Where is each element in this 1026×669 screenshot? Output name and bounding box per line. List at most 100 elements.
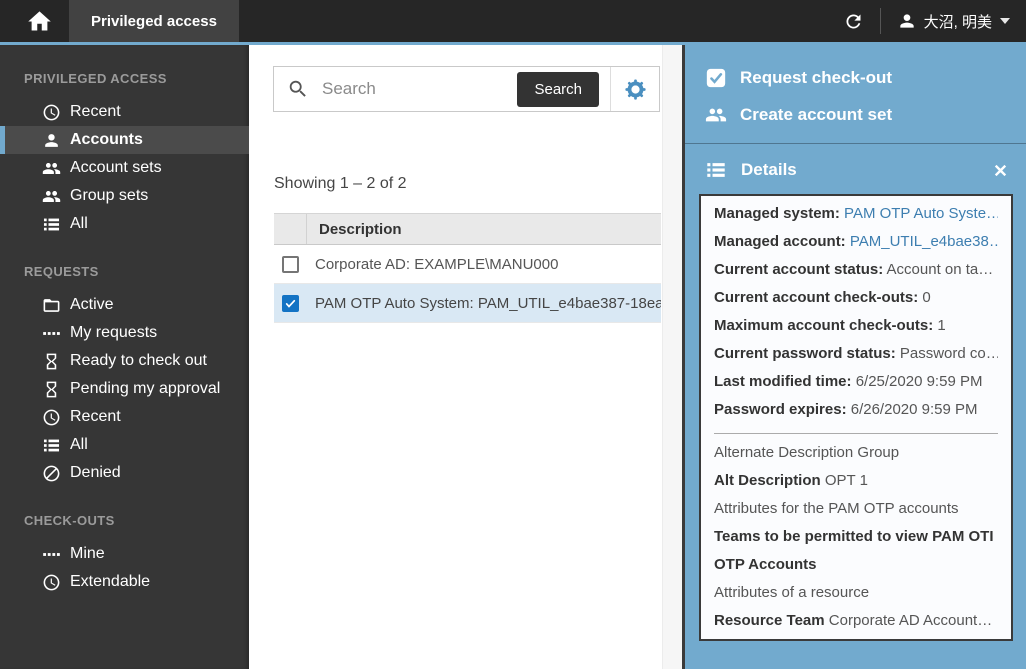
- sidebar-item-label: Accounts: [70, 131, 143, 149]
- sidebar-item-label: Group sets: [70, 187, 148, 205]
- detail-row: Alt Description OPT 1: [714, 467, 998, 495]
- detail-row: Alternate Description Group: [714, 439, 998, 467]
- hourglass-icon: [42, 352, 61, 371]
- detail-row: Maximum account check-outs: 1: [714, 312, 998, 340]
- section-title-check-outs: CHECK-OUTS: [24, 513, 249, 528]
- sidebar: PRIVILEGED ACCESS Recent Accounts Accoun…: [0, 45, 249, 669]
- sidebar-item-my-requests[interactable]: My requests: [0, 319, 249, 347]
- results-count: Showing 1 – 2 of 2: [274, 175, 407, 193]
- list-icon: [42, 215, 61, 234]
- gear-icon: [624, 78, 647, 101]
- sidebar-item-ready-to-check-out[interactable]: Ready to check out: [0, 347, 249, 375]
- sidebar-item-label: Denied: [70, 464, 121, 482]
- denied-icon: [42, 464, 61, 483]
- close-icon[interactable]: [992, 162, 1009, 179]
- sidebar-item-pending-my-approval[interactable]: Pending my approval: [0, 375, 249, 403]
- search-input[interactable]: [320, 78, 517, 100]
- top-bar: Privileged access 大沼, 明美: [0, 0, 1026, 45]
- user-name: 大沼, 明美: [924, 11, 992, 32]
- sidebar-item-label: Mine: [70, 545, 105, 563]
- action-label: Request check-out: [740, 68, 892, 88]
- clock-icon: [42, 103, 61, 122]
- sidebar-item-label: Account sets: [70, 159, 162, 177]
- detail-row: Managed account: PAM_UTIL_e4bae38…: [714, 228, 998, 256]
- table-row[interactable]: PAM OTP Auto System: PAM_UTIL_e4bae387-1…: [274, 284, 661, 323]
- checkbox-column-header: [274, 214, 307, 244]
- topbar-divider: [880, 8, 881, 34]
- clock-icon: [42, 408, 61, 427]
- sidebar-item-accounts[interactable]: Accounts: [0, 126, 249, 154]
- sidebar-item-label: Active: [70, 296, 114, 314]
- detail-row: Managed system: PAM OTP Auto Syste…: [714, 200, 998, 228]
- hourglass-icon: [42, 380, 61, 399]
- details-title: Details: [741, 160, 797, 180]
- person-icon: [897, 11, 917, 31]
- row-checkbox-unchecked[interactable]: [282, 256, 299, 273]
- sidebar-item-active[interactable]: Active: [0, 291, 249, 319]
- list-icon: [42, 436, 61, 455]
- detail-row: Attributes of a resource: [714, 579, 998, 607]
- detail-row: Last modified time: 6/25/2020 9:59 PM: [714, 368, 998, 396]
- detail-row: Resource Team Corporate AD Account…: [714, 607, 998, 635]
- detail-row: Attributes for the PAM OTP accounts: [714, 495, 998, 523]
- sidebar-item-extendable[interactable]: Extendable: [0, 568, 249, 596]
- details-card: Managed system: PAM OTP Auto Syste… Mana…: [699, 194, 1013, 641]
- detail-row: Teams to be permitted to view PAM OTI: [714, 523, 998, 551]
- detail-row: OTP Accounts: [714, 551, 998, 579]
- row-checkbox-checked[interactable]: [282, 295, 299, 312]
- search-bar: Search: [273, 66, 660, 112]
- users-icon: [42, 187, 61, 206]
- request-check-out-button[interactable]: Request check-out: [685, 59, 1026, 96]
- sidebar-item-label: All: [70, 215, 88, 233]
- managed-system-link[interactable]: PAM OTP Auto Syste…: [844, 205, 998, 222]
- sidebar-item-label: Ready to check out: [70, 352, 207, 370]
- home-icon[interactable]: [26, 8, 53, 35]
- search-icon: [287, 78, 309, 100]
- sidebar-item-mine[interactable]: Mine: [0, 540, 249, 568]
- sidebar-item-label: Recent: [70, 408, 121, 426]
- details-panel: Request check-out Create account set Det…: [682, 45, 1026, 669]
- create-account-set-button[interactable]: Create account set: [685, 96, 1026, 133]
- users-icon: [42, 159, 61, 178]
- detail-row: Current account status: Account on ta…: [714, 256, 998, 284]
- section-title-requests: REQUESTS: [24, 264, 249, 279]
- search-settings-button[interactable]: [610, 67, 659, 111]
- row-description: Corporate AD: EXAMPLE\MANU000: [315, 256, 558, 273]
- sidebar-item-label: Pending my approval: [70, 380, 220, 398]
- list-icon: [705, 159, 727, 181]
- sidebar-item-denied[interactable]: Denied: [0, 459, 249, 487]
- refresh-icon[interactable]: [843, 11, 864, 32]
- details-divider: [714, 433, 998, 434]
- sidebar-item-label: All: [70, 436, 88, 454]
- user-icon: [42, 131, 61, 150]
- details-header: Details: [685, 146, 1026, 194]
- app-tab-label: Privileged access: [91, 13, 217, 30]
- checkbox-checked-icon: [705, 67, 727, 89]
- panel-divider: [685, 143, 1026, 144]
- tab-privileged-access[interactable]: Privileged access: [69, 0, 239, 42]
- user-menu[interactable]: 大沼, 明美: [897, 11, 1010, 32]
- managed-account-link[interactable]: PAM_UTIL_e4bae38…: [850, 233, 998, 250]
- sidebar-item-account-sets[interactable]: Account sets: [0, 154, 249, 182]
- detail-row: Current account check-outs: 0: [714, 284, 998, 312]
- sidebar-item-all[interactable]: All: [0, 210, 249, 238]
- ellipsis-icon: [42, 324, 61, 343]
- description-column-header[interactable]: Description: [307, 214, 402, 244]
- scrollbar-track[interactable]: [662, 45, 682, 669]
- sidebar-item-requests-recent[interactable]: Recent: [0, 403, 249, 431]
- accounts-table: Description Corporate AD: EXAMPLE\MANU00…: [274, 213, 661, 323]
- sidebar-item-recent[interactable]: Recent: [0, 98, 249, 126]
- sidebar-item-requests-all[interactable]: All: [0, 431, 249, 459]
- table-row[interactable]: Corporate AD: EXAMPLE\MANU000: [274, 245, 661, 284]
- row-description: PAM OTP Auto System: PAM_UTIL_e4bae387-1…: [315, 295, 661, 312]
- users-icon: [705, 104, 727, 126]
- sidebar-item-label: Recent: [70, 103, 121, 121]
- ellipsis-icon: [42, 545, 61, 564]
- sidebar-item-group-sets[interactable]: Group sets: [0, 182, 249, 210]
- action-label: Create account set: [740, 105, 892, 125]
- search-button[interactable]: Search: [517, 72, 599, 107]
- sidebar-item-label: Extendable: [70, 573, 150, 591]
- chevron-down-icon: [1000, 18, 1010, 24]
- section-title-privileged-access: PRIVILEGED ACCESS: [24, 71, 249, 86]
- detail-row: Password expires: 6/26/2020 9:59 PM: [714, 396, 998, 424]
